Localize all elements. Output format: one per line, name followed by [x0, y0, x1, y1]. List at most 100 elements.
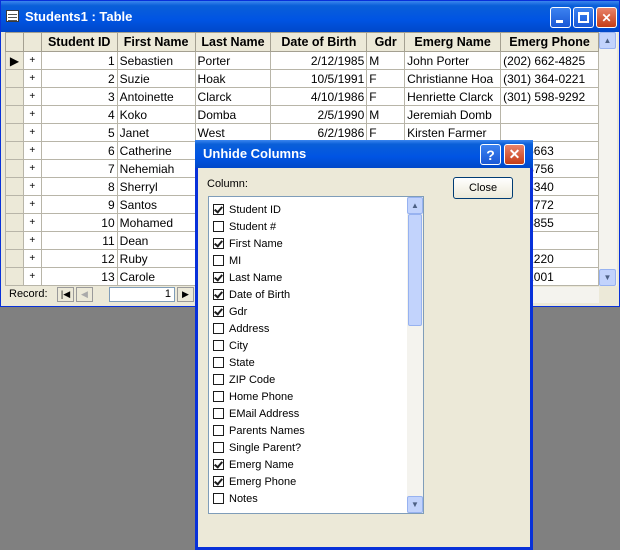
row-selector[interactable] — [5, 123, 24, 142]
expand-icon[interactable]: + — [22, 123, 42, 142]
column-checkbox[interactable] — [213, 204, 224, 215]
row-selector[interactable] — [5, 141, 24, 160]
table-cell[interactable]: Domba — [194, 105, 272, 124]
column-list-item[interactable]: Last Name — [213, 269, 282, 286]
table-cell[interactable]: 10/5/1991 — [270, 69, 368, 88]
column-header[interactable]: First Name — [116, 32, 196, 52]
table-cell[interactable]: Sebastien — [116, 51, 196, 70]
column-list-item[interactable]: State — [213, 354, 255, 371]
table-cell[interactable]: 4 — [40, 105, 118, 124]
table-cell[interactable]: 12 — [40, 249, 118, 268]
table-cell[interactable]: Koko — [116, 105, 196, 124]
row-selector[interactable] — [5, 177, 24, 196]
expand-icon[interactable]: + — [22, 69, 42, 88]
column-list-item[interactable]: Gdr — [213, 303, 247, 320]
column-header[interactable]: Emerg Name — [404, 32, 502, 52]
column-list-item[interactable]: Emerg Phone — [213, 473, 296, 490]
table-cell[interactable] — [500, 123, 599, 142]
table-cell[interactable]: Henriette Clarck — [404, 87, 502, 106]
help-button[interactable]: ? — [480, 144, 501, 165]
expand-icon[interactable]: + — [22, 267, 42, 286]
close-window-button[interactable]: ✕ — [596, 7, 617, 28]
table-cell[interactable]: 9 — [40, 195, 118, 214]
scroll-up-icon[interactable]: ▲ — [599, 32, 616, 49]
column-checkbox[interactable] — [213, 459, 224, 470]
table-cell[interactable]: F — [366, 123, 406, 142]
table-row[interactable]: +2 Suzie Hoak 10/5/1991 F Christianne Hoa (301… — [5, 69, 599, 88]
current-record-icon[interactable]: ▶ — [5, 51, 24, 70]
row-selector[interactable] — [5, 213, 24, 232]
expand-icon[interactable]: + — [22, 159, 42, 178]
table-cell[interactable]: (301) 598-9292 — [500, 87, 599, 106]
column-checkbox[interactable] — [213, 391, 224, 402]
column-list-item[interactable]: Parents Names — [213, 422, 305, 439]
column-header[interactable]: Last Name — [194, 32, 272, 52]
expand-icon[interactable]: + — [22, 51, 42, 70]
table-cell[interactable] — [500, 105, 599, 124]
table-cell[interactable]: Christianne Hoa — [404, 69, 502, 88]
column-checkbox[interactable] — [213, 476, 224, 487]
table-cell[interactable]: 2/5/1990 — [270, 105, 368, 124]
table-cell[interactable]: Dean — [116, 231, 196, 250]
table-cell[interactable]: Hoak — [194, 69, 272, 88]
table-cell[interactable]: Santos — [116, 195, 196, 214]
row-selector[interactable] — [5, 249, 24, 268]
table-cell[interactable]: 6/2/1986 — [270, 123, 368, 142]
table-cell[interactable]: 2/12/1985 — [270, 51, 368, 70]
expand-icon[interactable]: + — [22, 213, 42, 232]
column-list-item[interactable]: Notes — [213, 490, 258, 507]
column-header[interactable]: Date of Birth — [270, 32, 368, 52]
corner-cell[interactable] — [5, 32, 24, 52]
table-cell[interactable]: (301) 364-0221 — [500, 69, 599, 88]
column-list-item[interactable]: Single Parent? — [213, 439, 301, 456]
table-cell[interactable]: F — [366, 69, 406, 88]
column-checkbox[interactable] — [213, 357, 224, 368]
expand-icon[interactable]: + — [22, 177, 42, 196]
table-cell[interactable]: Antoinette — [116, 87, 196, 106]
expand-icon[interactable]: + — [22, 249, 42, 268]
dialog-titlebar[interactable]: Unhide Columns ? ✕ — [195, 140, 533, 168]
table-cell[interactable]: 4/10/1986 — [270, 87, 368, 106]
column-checkbox[interactable] — [213, 408, 224, 419]
table-cell[interactable]: M — [366, 51, 406, 70]
table-row[interactable]: +5 Janet West 6/2/1986 F Kirsten Farmer — [5, 123, 599, 142]
table-cell[interactable]: Kirsten Farmer — [404, 123, 502, 142]
expand-icon[interactable]: + — [22, 105, 42, 124]
row-selector[interactable] — [5, 159, 24, 178]
row-selector[interactable] — [5, 69, 24, 88]
table-cell[interactable]: 10 — [40, 213, 118, 232]
maximize-button[interactable] — [573, 7, 594, 28]
window-titlebar[interactable]: Students1 : Table ✕ — [1, 1, 619, 32]
table-cell[interactable]: Ruby — [116, 249, 196, 268]
minimize-button[interactable] — [550, 7, 571, 28]
scroll-thumb[interactable] — [408, 214, 422, 326]
next-record-icon[interactable]: ▶ — [177, 287, 194, 302]
column-checkbox[interactable] — [213, 340, 224, 351]
previous-record-icon[interactable]: ◀ — [76, 287, 93, 302]
column-checkbox[interactable] — [213, 221, 224, 232]
column-list-item[interactable]: ZIP Code — [213, 371, 275, 388]
dialog-close-button[interactable]: ✕ — [504, 144, 525, 165]
table-cell[interactable]: Nehemiah — [116, 159, 196, 178]
table-cell[interactable]: F — [366, 87, 406, 106]
column-checkbox[interactable] — [213, 272, 224, 283]
table-cell[interactable]: West — [194, 123, 272, 142]
expand-icon[interactable]: + — [22, 141, 42, 160]
table-cell[interactable]: 8 — [40, 177, 118, 196]
table-cell[interactable]: 5 — [40, 123, 118, 142]
scroll-down-icon[interactable]: ▼ — [407, 496, 423, 513]
column-header[interactable]: Emerg Phone — [500, 32, 599, 52]
table-row[interactable]: +3 Antoinette Clarck 4/10/1986 F Henriette Cl… — [5, 87, 599, 106]
table-cell[interactable]: Clarck — [194, 87, 272, 106]
table-cell[interactable]: Catherine — [116, 141, 196, 160]
table-row[interactable]: ▶ +1 Sebastien Porter 2/12/1985 M John Porter(… — [5, 51, 599, 70]
close-button[interactable]: Close — [453, 177, 513, 199]
table-cell[interactable]: 13 — [40, 267, 118, 286]
record-number-input[interactable]: 1 — [109, 287, 175, 302]
column-list-item[interactable]: Home Phone — [213, 388, 293, 405]
column-checkbox[interactable] — [213, 323, 224, 334]
table-cell[interactable]: Suzie — [116, 69, 196, 88]
table-cell[interactable]: 7 — [40, 159, 118, 178]
row-selector[interactable] — [5, 105, 24, 124]
table-cell[interactable]: 3 — [40, 87, 118, 106]
